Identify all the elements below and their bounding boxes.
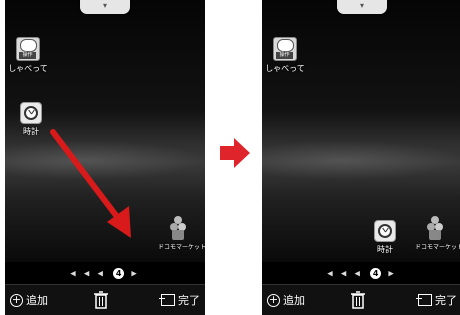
app-label: 時計 xyxy=(377,245,393,254)
add-button[interactable]: + 追加 xyxy=(10,289,48,311)
page-indicator[interactable]: ◀ ◀ ◀ 4 ▶ xyxy=(262,268,460,279)
app-shortcut-clock[interactable]: 時計 xyxy=(365,220,405,255)
plus-circle-icon: + xyxy=(267,292,280,307)
home-screen-before: ▾ 操作 しゃべって 時計 ドコモマーケット ◀ ◀ ◀ 4 ▶ + 追加 完了 xyxy=(5,0,205,315)
home-screen-after: ▾ 操作 しゃべって 時計 ドコモマーケット ◀ ◀ ◀ 4 ▶ + 追加 完了 xyxy=(262,0,460,315)
sosa-assistant-icon: 操作 xyxy=(273,37,297,61)
docomo-market-icon xyxy=(426,216,444,240)
done-button[interactable]: 完了 xyxy=(159,289,200,311)
bottom-action-bar: + 追加 完了 xyxy=(262,284,460,315)
trash-icon xyxy=(351,291,365,309)
app-shortcut-shabette[interactable]: 操作 しゃべって xyxy=(265,37,305,74)
drag-direction-arrow xyxy=(50,129,131,238)
transition-arrow xyxy=(220,138,250,168)
done-button[interactable]: 完了 xyxy=(416,289,457,311)
trash-button[interactable] xyxy=(93,289,109,311)
plus-circle-icon: + xyxy=(10,292,23,307)
trash-icon xyxy=(94,291,108,309)
enter-icon xyxy=(159,294,175,306)
enter-icon xyxy=(416,294,432,306)
top-drawer-handle[interactable]: ▾ xyxy=(337,0,387,14)
trash-button[interactable] xyxy=(350,289,366,311)
page-indicator[interactable]: ◀ ◀ ◀ 4 ▶ xyxy=(5,268,205,279)
app-label: ドコモマーケット xyxy=(415,244,460,251)
app-label: しゃべって xyxy=(265,64,305,73)
add-button[interactable]: + 追加 xyxy=(267,289,305,311)
app-shortcut-docomo-market[interactable]: ドコモマーケット xyxy=(415,216,460,251)
bottom-action-bar: + 追加 完了 xyxy=(5,284,205,315)
clock-icon xyxy=(374,220,396,242)
